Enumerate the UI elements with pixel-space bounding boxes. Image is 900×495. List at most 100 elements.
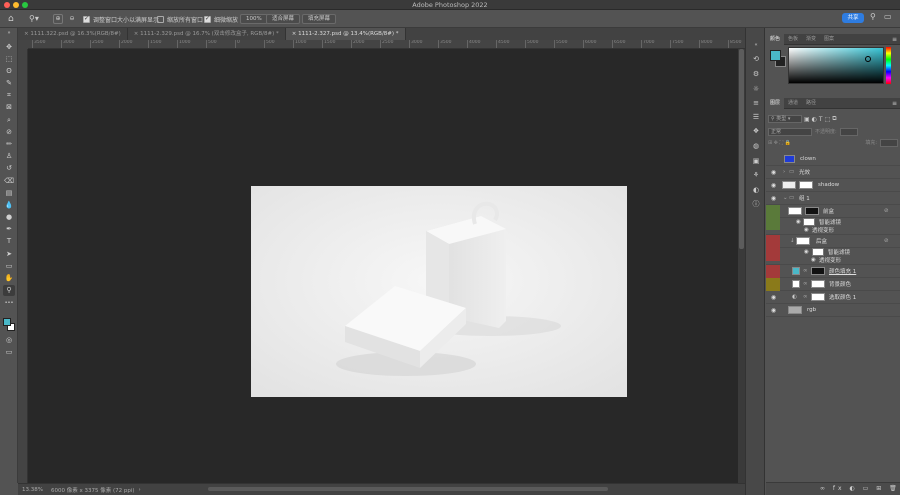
layer-row[interactable]: ∞ 背景颜色	[766, 277, 900, 291]
pen-tool-icon[interactable]: ✒	[3, 224, 15, 235]
styles-icon[interactable]: ◐	[750, 185, 762, 195]
clone-stamp-tool-icon[interactable]: ♙	[3, 151, 15, 162]
color-picker-handle[interactable]	[865, 56, 871, 62]
shape-filter-icon[interactable]: ⬚	[825, 116, 831, 123]
properties-icon[interactable]: ⚙	[750, 69, 762, 79]
collapse-tools-icon[interactable]: »	[3, 28, 15, 39]
layer-row[interactable]: ◉ 透视变形	[766, 226, 900, 235]
document-tab-active[interactable]: × 1111-2.327.psd @ 13.4%(RGB/8#) *	[285, 28, 406, 40]
vertical-ruler[interactable]	[18, 49, 28, 483]
blend-mode-select[interactable]: 正常	[768, 127, 812, 136]
layer-name[interactable]: 光效	[799, 168, 810, 176]
type-tool-icon[interactable]: T	[3, 236, 15, 247]
visibility-eye-icon[interactable]: ◉	[770, 182, 777, 189]
tab-layers[interactable]: 图层	[766, 97, 785, 109]
share-button[interactable]: 共享	[842, 13, 864, 23]
horizontal-scrollbar[interactable]	[208, 487, 608, 491]
color-picker-field[interactable]	[788, 47, 884, 84]
search-icon[interactable]: ⚲	[870, 13, 876, 21]
zoom-out-icon[interactable]: ⊖	[67, 14, 77, 24]
layer-name[interactable]: clown	[800, 156, 816, 162]
layer-name[interactable]: 选取颜色 1	[829, 293, 856, 301]
brush-tool-icon[interactable]: ✏	[3, 139, 15, 150]
zoom-tool-icon[interactable]: ⚲	[3, 285, 15, 296]
expand-panels-icon[interactable]: «	[750, 40, 762, 50]
document-tab[interactable]: × 1111-2.329.psd @ 16.7% (双击修改盒子, RGB/8#…	[128, 28, 286, 40]
layer-name[interactable]: 颜色填充 1	[829, 267, 856, 275]
home-icon[interactable]: ⌂	[8, 14, 14, 24]
layer-row[interactable]: ◉ 透视变形	[766, 256, 900, 265]
layer-name[interactable]: 透视变形	[819, 256, 841, 264]
more-tools-icon[interactable]: •••	[3, 298, 15, 309]
layer-actions-icons[interactable]: ∞ fx ◐ ▭ ⊞ 🗑	[820, 485, 900, 492]
blur-tool-icon[interactable]: 💧	[3, 200, 15, 211]
document-canvas[interactable]	[251, 186, 627, 397]
foreground-color-swatch[interactable]	[3, 318, 11, 326]
quick-mask-icon[interactable]: ◎	[3, 335, 15, 346]
visibility-eye-icon[interactable]: ◉	[770, 195, 777, 202]
visibility-eye-icon[interactable]: ◉	[770, 169, 777, 176]
layer-name[interactable]: rgb	[807, 307, 816, 313]
history-brush-tool-icon[interactable]: ↺	[3, 163, 15, 174]
scrubby-zoom-checkbox[interactable]: ✓ 细微缩放	[204, 14, 238, 24]
layer-name[interactable]: 智能滤镜	[828, 248, 850, 256]
eyedropper-tool-icon[interactable]: ⌕	[3, 115, 15, 126]
tab-paths[interactable]: 路径	[802, 98, 820, 109]
horizontal-ruler[interactable]: 3500 3000 2500 2000 1500 1000 500 0 500 1000 1500 2…	[28, 40, 745, 49]
layer-name[interactable]: 前盒	[823, 207, 834, 215]
checkbox-unchecked-icon[interactable]	[157, 15, 164, 23]
shape-tool-icon[interactable]: ▭	[3, 261, 15, 272]
marquee-tool-icon[interactable]: ⬚	[3, 54, 15, 65]
zoom-in-icon[interactable]: ⊕	[53, 14, 63, 24]
tab-channels[interactable]: 通道	[784, 98, 802, 109]
lock-icon[interactable]: ⊞ ✥ ⛶ 🔒	[768, 140, 791, 146]
layer-row[interactable]: ◉ ⌄ ▭ 组 1	[766, 192, 900, 205]
visibility-eye-icon[interactable]: ◉	[770, 307, 777, 314]
smart-filter-options-icon[interactable]: ⊘	[884, 208, 889, 214]
smart-object-filter-icon[interactable]: ⧉	[832, 115, 836, 123]
info-icon[interactable]: ⓘ	[750, 199, 762, 209]
resize-windows-checkbox[interactable]: ✓ 调整窗口大小以满屏显示	[83, 14, 159, 24]
layer-row[interactable]: clown	[766, 153, 900, 166]
zoom-100-button[interactable]: 100%	[240, 14, 268, 24]
layer-row[interactable]: ◉ 智能滤镜	[766, 243, 900, 261]
visibility-eye-icon[interactable]: ◉	[811, 257, 816, 263]
paths-icon[interactable]: ☰	[750, 112, 762, 122]
foreground-swatch[interactable]	[770, 50, 781, 61]
type-filter-icon[interactable]: T	[819, 116, 823, 123]
fit-screen-button[interactable]: 适合屏幕	[266, 14, 301, 24]
quick-select-tool-icon[interactable]: ✎	[3, 78, 15, 89]
hue-slider[interactable]	[886, 47, 891, 84]
cloud-icon[interactable]: ◍	[750, 141, 762, 151]
eraser-tool-icon[interactable]: ⌫	[3, 176, 15, 187]
filter-kind-select[interactable]: ⚲ 类型 ▾	[768, 115, 802, 123]
visibility-eye-icon[interactable]: ◉	[770, 294, 777, 301]
layer-name[interactable]: 组 1	[799, 194, 810, 202]
libraries-icon[interactable]: ❖	[750, 126, 762, 136]
frame-tool-icon[interactable]: ⊠	[3, 102, 15, 113]
gradient-tool-icon[interactable]: ▤	[3, 188, 15, 199]
layer-row[interactable]: ◉ 智能滤镜	[766, 214, 900, 230]
crop-tool-icon[interactable]: ⌗	[3, 90, 15, 101]
layer-name[interactable]: 智能滤镜	[819, 218, 841, 226]
adjustment-filter-icon[interactable]: ◐	[812, 116, 817, 123]
healing-brush-tool-icon[interactable]: ⊘	[3, 127, 15, 138]
fill-field[interactable]	[880, 138, 898, 147]
panel-menu-icon[interactable]: ≡	[892, 100, 900, 107]
screen-mode-icon[interactable]: ▭	[3, 347, 15, 358]
visibility-eye-icon[interactable]: ◉	[804, 227, 809, 233]
move-tool-icon[interactable]: ✥	[3, 42, 15, 53]
layer-name[interactable]: 背景颜色	[829, 280, 851, 288]
layer-name[interactable]: 后盒	[816, 237, 827, 245]
zoom-all-windows-checkbox[interactable]: 缩放所有窗口	[157, 14, 203, 24]
checkbox-checked-icon[interactable]: ✓	[83, 15, 90, 23]
scrollbar-thumb[interactable]	[739, 49, 744, 249]
visibility-eye-icon[interactable]: ◉	[804, 249, 809, 255]
zoom-level[interactable]: 13.38%	[22, 487, 43, 493]
fill-screen-button[interactable]: 填充屏幕	[302, 14, 337, 24]
opacity-field[interactable]	[839, 127, 858, 136]
layer-name[interactable]: 透视变形	[812, 226, 834, 234]
vertical-scrollbar[interactable]	[738, 49, 745, 483]
visibility-eye-icon[interactable]: ◉	[796, 219, 801, 225]
brush-settings-icon[interactable]: ⚘	[750, 170, 762, 180]
